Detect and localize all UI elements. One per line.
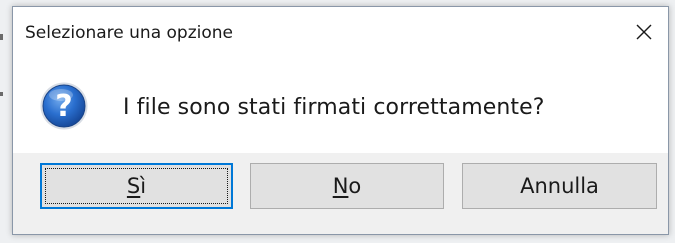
- yes-button-label: Sì: [126, 174, 147, 198]
- cancel-button-label: Annulla: [520, 174, 599, 198]
- dialog-title: Selezionare una opzione: [25, 23, 233, 43]
- close-icon: [636, 24, 652, 40]
- dialog-message: I file sono stati firmati correttamente?: [123, 95, 545, 120]
- yes-button[interactable]: Sì: [40, 163, 233, 209]
- background-edge-mark: [0, 34, 3, 40]
- dialog-titlebar[interactable]: Selezionare una opzione: [13, 7, 668, 59]
- cancel-button[interactable]: Annulla: [462, 163, 657, 209]
- close-button[interactable]: [626, 15, 662, 49]
- no-button-label: No: [332, 174, 362, 198]
- dialog-button-bar: Sì No Annulla: [13, 153, 668, 234]
- message-dialog: Selezionare una opzione ? I file sono st…: [12, 6, 669, 235]
- svg-text:?: ?: [55, 89, 72, 124]
- no-button[interactable]: No: [250, 163, 444, 209]
- dialog-content: ? I file sono stati firmati correttament…: [13, 59, 668, 153]
- background-edge-mark: [0, 92, 3, 96]
- question-icon: ?: [40, 82, 88, 130]
